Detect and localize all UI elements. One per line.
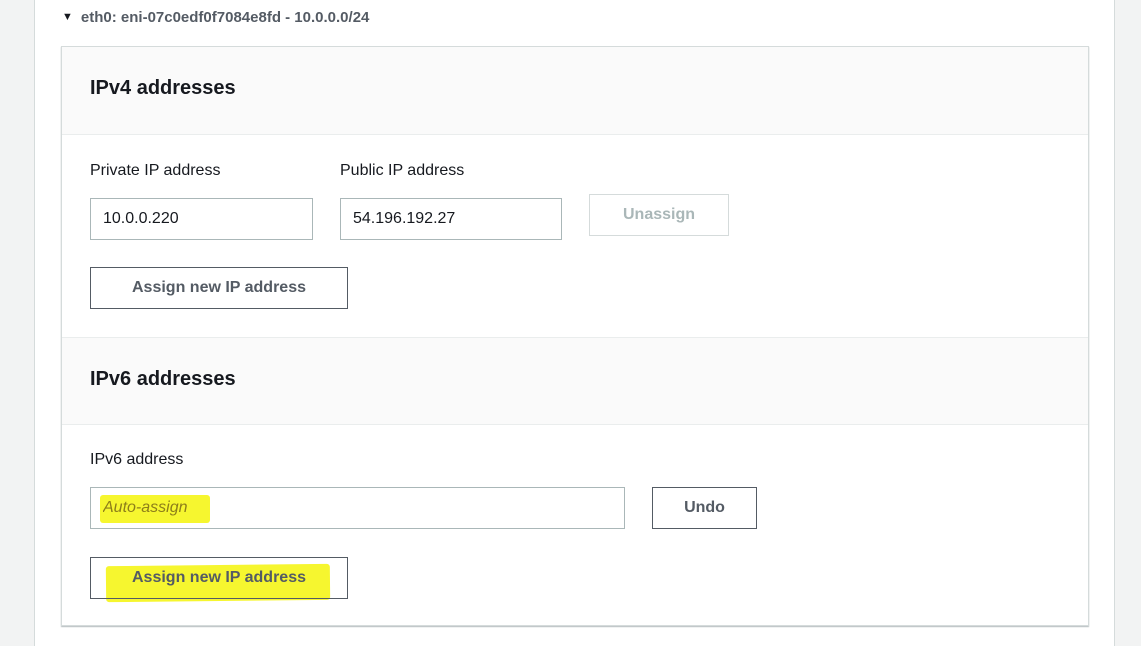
public-ip-field[interactable]: [340, 198, 562, 240]
ipv6-address-label: IPv6 address: [90, 451, 184, 468]
ipv6-address-field[interactable]: [90, 487, 625, 529]
undo-button[interactable]: Undo: [652, 487, 757, 529]
ipv6-section-header: IPv6 addresses: [62, 337, 1088, 425]
ip-addresses-card: IPv4 addresses Private IP address Public…: [61, 46, 1089, 626]
ipv4-heading: IPv4 addresses: [90, 77, 236, 99]
caret-down-icon: ▼: [62, 11, 73, 23]
ipv6-heading: IPv6 addresses: [90, 368, 236, 390]
public-ip-label: Public IP address: [340, 162, 465, 179]
ipv4-section-header: IPv4 addresses: [62, 47, 1088, 135]
assign-ipv4-button[interactable]: Assign new IP address: [90, 267, 348, 309]
unassign-button[interactable]: Unassign: [589, 194, 729, 236]
private-ip-label: Private IP address: [90, 162, 221, 179]
eni-expander[interactable]: ▼ eth0: eni-07c0edf0f7084e8fd - 10.0.0.0…: [62, 6, 369, 28]
eni-title: eth0: eni-07c0edf0f7084e8fd - 10.0.0.0/2…: [80, 8, 370, 26]
private-ip-field[interactable]: [90, 198, 313, 240]
assign-ipv6-button[interactable]: Assign new IP address: [90, 557, 348, 599]
